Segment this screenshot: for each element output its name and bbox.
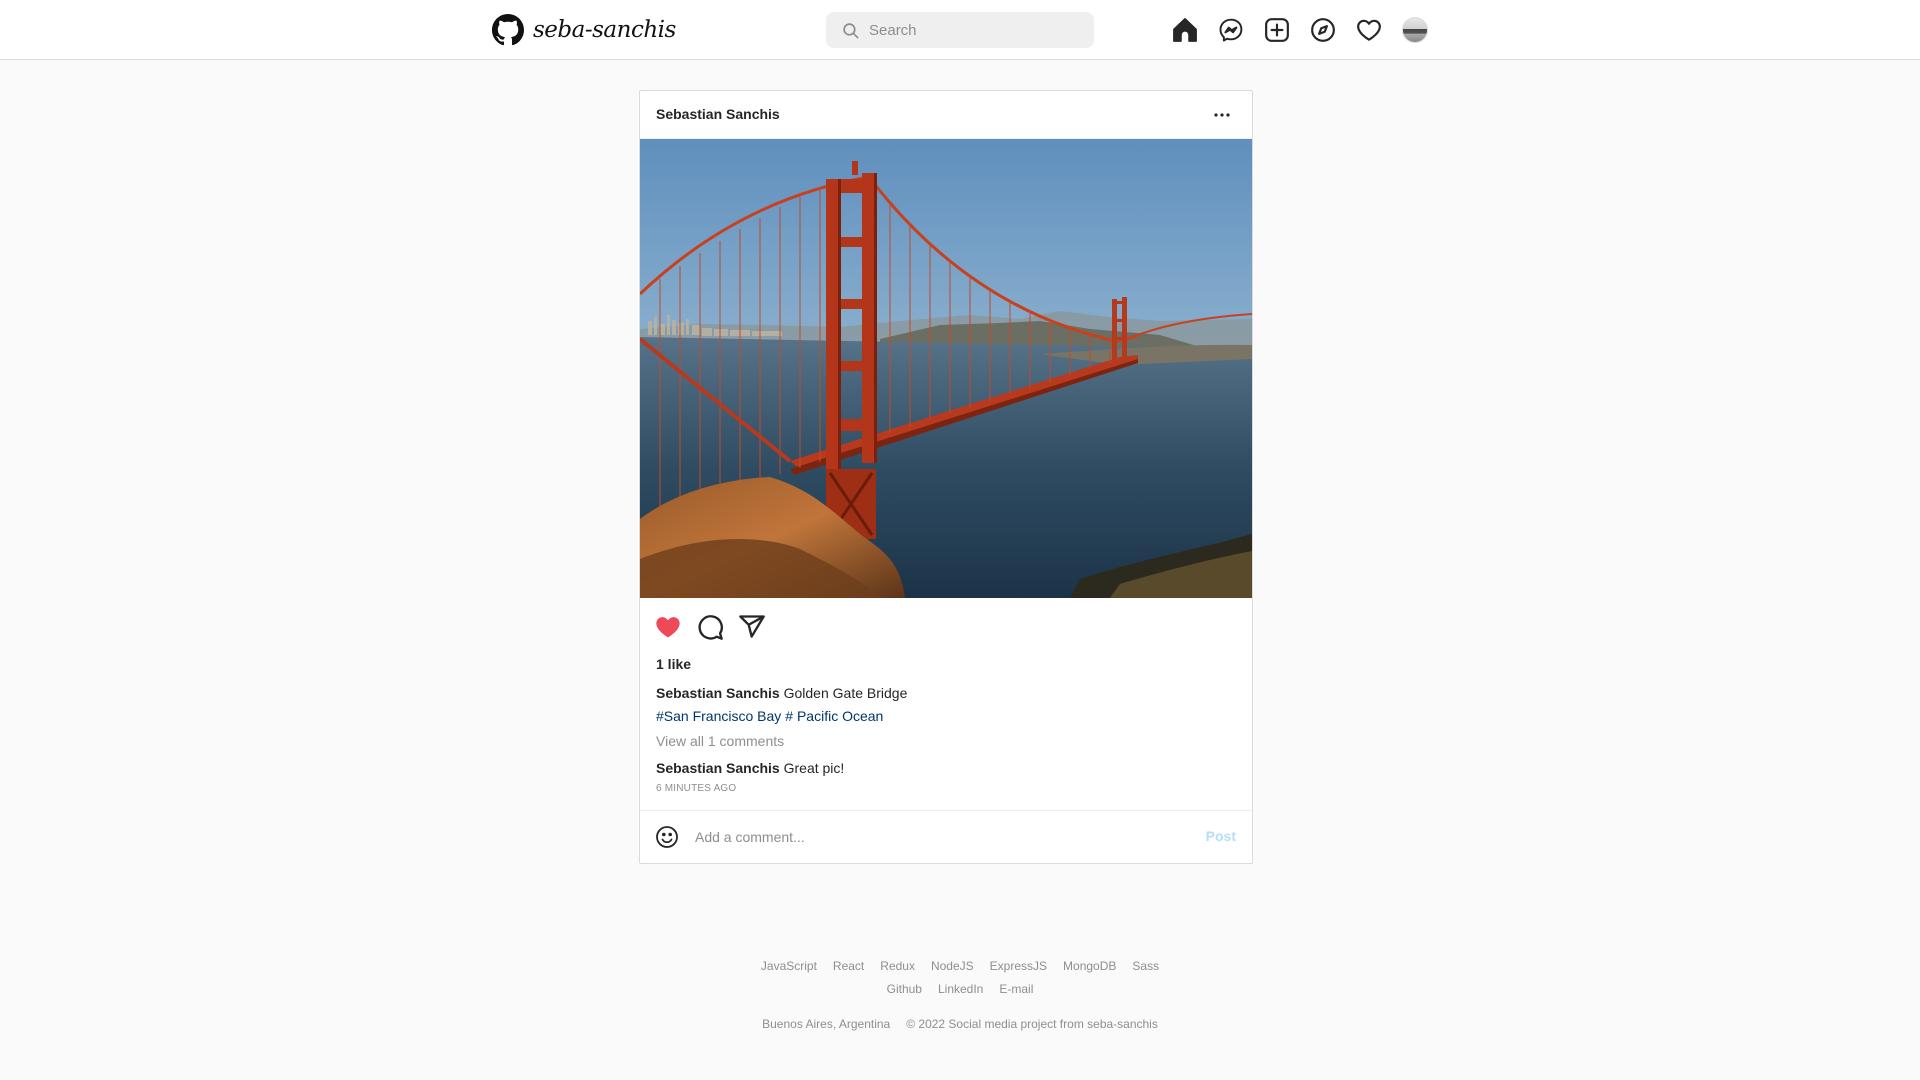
post-image[interactable]	[640, 139, 1252, 598]
more-options-icon[interactable]	[1210, 103, 1234, 127]
footer-tech-links: JavaScript React Redux NodeJS ExpressJS …	[0, 959, 1920, 973]
home-icon	[1173, 18, 1197, 42]
footer-copyright: © 2022 Social media project from seba-sa…	[906, 1017, 1158, 1031]
share-paper-plane-icon	[739, 615, 765, 638]
footer-link-sass[interactable]: Sass	[1132, 959, 1159, 973]
activity-heart-icon	[1357, 19, 1381, 41]
hashtags: #San Francisco Bay # Pacific Ocean	[656, 708, 883, 724]
profile-button[interactable]	[1402, 17, 1428, 43]
top-navigation-bar: seba-sanchis	[0, 0, 1920, 60]
profile-avatar	[1402, 17, 1428, 43]
comment-icon	[698, 615, 723, 640]
brand-name: seba-sanchis	[533, 17, 676, 43]
messenger-icon	[1219, 18, 1243, 42]
post-timestamp: 6 MINUTES AGO	[656, 783, 737, 794]
hashtag-link[interactable]: # Pacific Ocean	[785, 708, 883, 724]
footer-bottom: Buenos Aires, Argentina © 2022 Social me…	[0, 1017, 1920, 1031]
activity-button[interactable]	[1356, 17, 1382, 43]
add-comment-bar: Post	[640, 810, 1252, 863]
comment-author[interactable]: Sebastian Sanchis	[656, 760, 780, 776]
post-author[interactable]: Sebastian Sanchis	[656, 106, 780, 122]
post-actions	[654, 613, 766, 641]
search-bar[interactable]	[826, 12, 1094, 48]
comment-input[interactable]	[695, 826, 1175, 848]
emoji-icon	[656, 826, 678, 848]
footer-link-expressjs[interactable]: ExpressJS	[990, 959, 1047, 973]
footer-link-react[interactable]: React	[833, 959, 864, 973]
footer-link-email[interactable]: E-mail	[999, 982, 1033, 996]
footer-link-github[interactable]: Github	[887, 982, 922, 996]
brand[interactable]: seba-sanchis	[492, 14, 676, 46]
new-post-button[interactable]	[1264, 17, 1290, 43]
post-card: Sebastian Sanchis 1 like Sebastian Sanch…	[639, 90, 1253, 864]
golden-gate-bridge-photo	[640, 139, 1252, 598]
heart-filled-icon	[656, 617, 680, 638]
home-button[interactable]	[1172, 17, 1198, 43]
post-header: Sebastian Sanchis	[640, 91, 1252, 139]
share-button[interactable]	[738, 613, 766, 641]
explore-button[interactable]	[1310, 17, 1336, 43]
footer-link-javascript[interactable]: JavaScript	[761, 959, 817, 973]
caption-author[interactable]: Sebastian Sanchis	[656, 685, 780, 701]
like-count[interactable]: 1 like	[656, 656, 691, 672]
comment-text: Great pic!	[783, 760, 845, 776]
new-post-icon	[1265, 18, 1289, 42]
github-icon	[492, 14, 524, 46]
footer-link-redux[interactable]: Redux	[880, 959, 915, 973]
view-all-comments-link[interactable]: View all 1 comments	[656, 733, 784, 749]
like-button[interactable]	[654, 613, 682, 641]
comment-item: Sebastian Sanchis Great pic!	[656, 760, 844, 776]
search-input[interactable]	[869, 21, 1069, 39]
comment-button[interactable]	[696, 613, 724, 641]
messenger-button[interactable]	[1218, 17, 1244, 43]
nav-icons	[1172, 16, 1428, 44]
search-icon	[843, 22, 859, 38]
explore-icon	[1311, 18, 1335, 42]
footer-link-linkedin[interactable]: LinkedIn	[938, 982, 983, 996]
post-comment-button[interactable]: Post	[1206, 828, 1236, 844]
footer-location: Buenos Aires, Argentina	[762, 1017, 891, 1031]
post-caption: Sebastian Sanchis Golden Gate Bridge	[656, 685, 907, 701]
footer-link-mongodb[interactable]: MongoDB	[1063, 959, 1116, 973]
hashtag-link[interactable]: #San Francisco Bay	[656, 708, 781, 724]
caption-text: Golden Gate Bridge	[783, 685, 908, 701]
footer-contact-links: Github LinkedIn E-mail	[0, 982, 1920, 996]
emoji-button[interactable]	[655, 825, 679, 849]
footer-link-nodejs[interactable]: NodeJS	[931, 959, 974, 973]
